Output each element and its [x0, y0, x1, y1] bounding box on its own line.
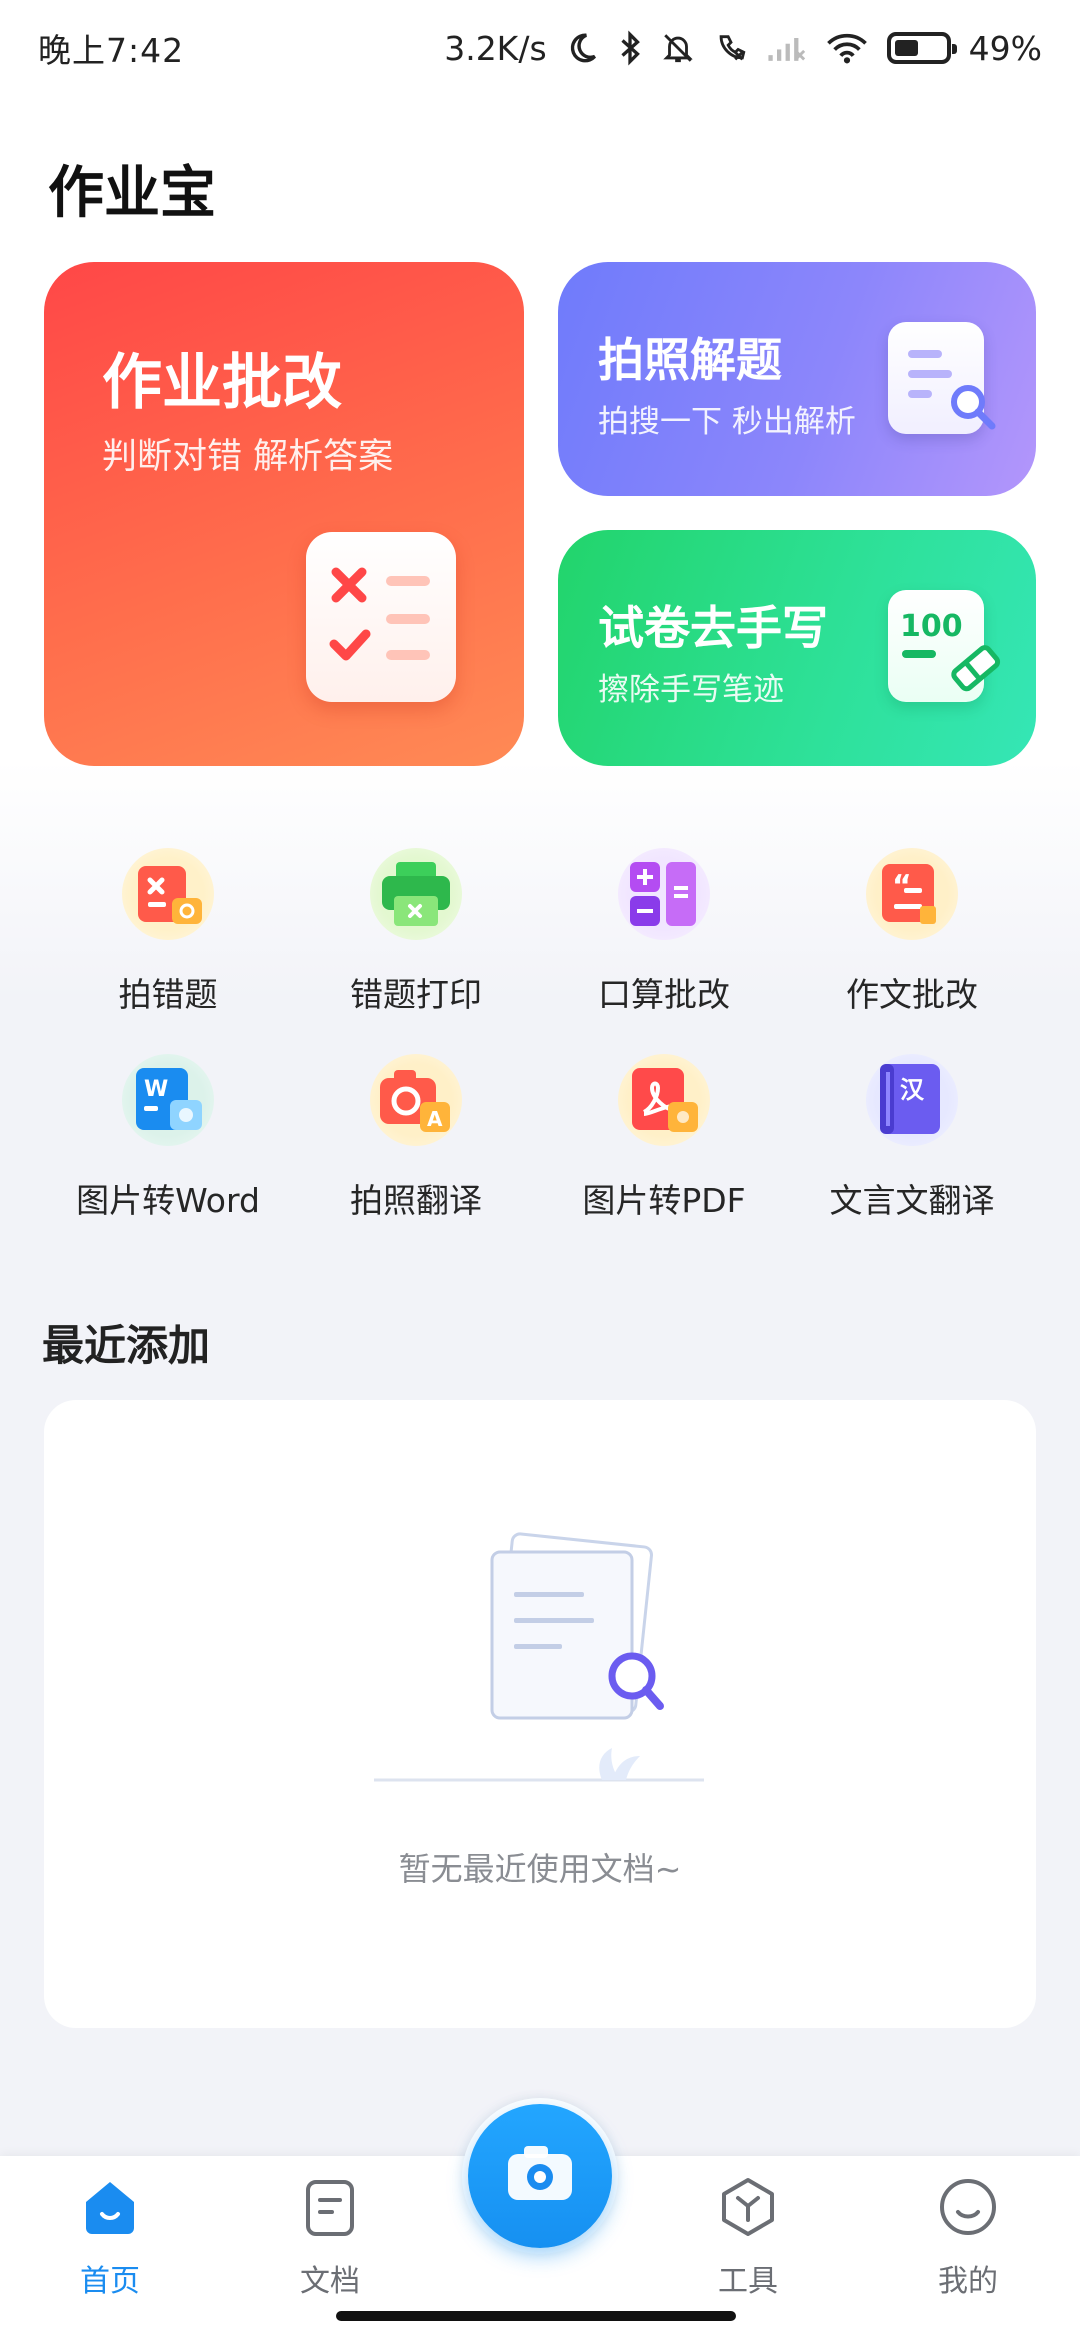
tab-documents[interactable]: 文档: [250, 2176, 410, 2306]
calculator-icon: [618, 848, 710, 940]
tools-cube-icon: [718, 2176, 778, 2238]
status-icons: 3.2K/s 49%: [444, 29, 1042, 68]
battery-percent: 49%: [968, 28, 1042, 68]
eraser-score-icon: 100: [888, 590, 1001, 702]
word-icon-letter: W: [144, 1077, 168, 1102]
battery-icon: [886, 32, 957, 64]
classical-chinese-book-icon: 汉: [866, 1054, 958, 1146]
pdf-icon: [618, 1054, 710, 1146]
page-title: 作业宝: [48, 161, 216, 226]
tab-mine[interactable]: 我的: [888, 2176, 1048, 2306]
document-search-icon: [888, 322, 996, 434]
checklist-icon: [306, 532, 456, 702]
camera-button-container: [462, 2098, 618, 2254]
call-off-icon: [713, 31, 749, 65]
tool-item-image-to-pdf[interactable]: 图片转PDF: [540, 1046, 788, 1226]
wrong-question-camera-icon: [122, 848, 214, 940]
tab-tools[interactable]: 工具: [668, 2176, 828, 2306]
camera-translate-icon: A: [370, 1054, 462, 1146]
tool-label: 作文批改: [846, 975, 978, 1014]
bell-muted-icon: [661, 30, 695, 66]
tab-label: 我的: [938, 2264, 998, 2299]
tool-label: 文言文翻译: [829, 1181, 995, 1220]
moon-icon: [565, 31, 599, 65]
network-speed: 3.2K/s: [444, 28, 547, 68]
tool-label: 图片转Word: [76, 1181, 260, 1220]
tool-label: 口算批改: [598, 975, 730, 1014]
smile-profile-icon: [938, 2176, 998, 2238]
recent-documents-card: 暂无最近使用文档~: [44, 1400, 1036, 2028]
empty-documents-illustration: [374, 1530, 704, 1794]
homework-correction-title: 作业批改: [102, 348, 342, 418]
tool-item-essay[interactable]: “ 作文批改: [788, 840, 1036, 1020]
tab-label: 工具: [718, 2264, 778, 2299]
tool-label: 拍错题: [118, 975, 218, 1014]
photo-solve-card[interactable]: 拍照解题 拍搜一下 秒出解析: [558, 262, 1036, 496]
wifi-icon: [825, 31, 869, 65]
tool-item-photo-translate[interactable]: A 拍照翻译: [292, 1046, 540, 1226]
status-bar: 晚上7:42 3.2K/s 49%: [0, 0, 1080, 96]
tool-item-image-to-word[interactable]: W 图片转Word: [44, 1046, 292, 1226]
tool-item-mental-math[interactable]: 口算批改: [540, 840, 788, 1020]
status-time: 晚上7:42: [38, 31, 185, 70]
bluetooth-icon: [617, 30, 643, 66]
svg-text:“: “: [892, 869, 912, 904]
document-icon: [300, 2176, 360, 2238]
paper-handwriting-title: 试卷去手写: [598, 601, 828, 655]
empty-state-text: 暂无最近使用文档~: [398, 1850, 682, 1888]
homework-correction-card[interactable]: 作业批改 判断对错 解析答案: [44, 262, 524, 766]
tool-item-wrong-question[interactable]: 拍错题: [44, 840, 292, 1020]
camera-icon: [508, 2146, 572, 2200]
tool-item-print-wrong[interactable]: 错题打印: [292, 840, 540, 1020]
essay-quote-icon: “: [866, 848, 958, 940]
signal-off-icon: [767, 33, 807, 63]
tab-label: 文档: [300, 2264, 360, 2299]
printer-icon: [370, 848, 462, 940]
paper-remove-handwriting-card[interactable]: 试卷去手写 擦除手写笔迹 100: [558, 530, 1036, 766]
tab-home[interactable]: 首页: [30, 2176, 190, 2306]
translate-icon-letter: A: [427, 1107, 443, 1131]
home-indicator: [336, 2311, 736, 2321]
tool-item-classical-chinese[interactable]: 汉 文言文翻译: [788, 1046, 1036, 1226]
recent-section-title: 最近添加: [42, 1321, 211, 1370]
home-icon: [80, 2176, 140, 2238]
tool-label: 图片转PDF: [582, 1181, 746, 1220]
photo-solve-title: 拍照解题: [598, 333, 782, 387]
classical-icon-glyph: 汉: [900, 1076, 925, 1104]
tool-label: 拍照翻译: [350, 1181, 482, 1220]
word-icon: W: [122, 1054, 214, 1146]
photo-solve-subtitle: 拍搜一下 秒出解析: [598, 404, 856, 440]
homework-correction-subtitle: 判断对错 解析答案: [102, 437, 394, 477]
tool-label: 错题打印: [350, 975, 482, 1014]
tab-label: 首页: [80, 2264, 140, 2299]
score-badge-text: 100: [900, 609, 963, 644]
camera-button[interactable]: [468, 2104, 612, 2248]
paper-handwriting-subtitle: 擦除手写笔迹: [598, 672, 784, 708]
